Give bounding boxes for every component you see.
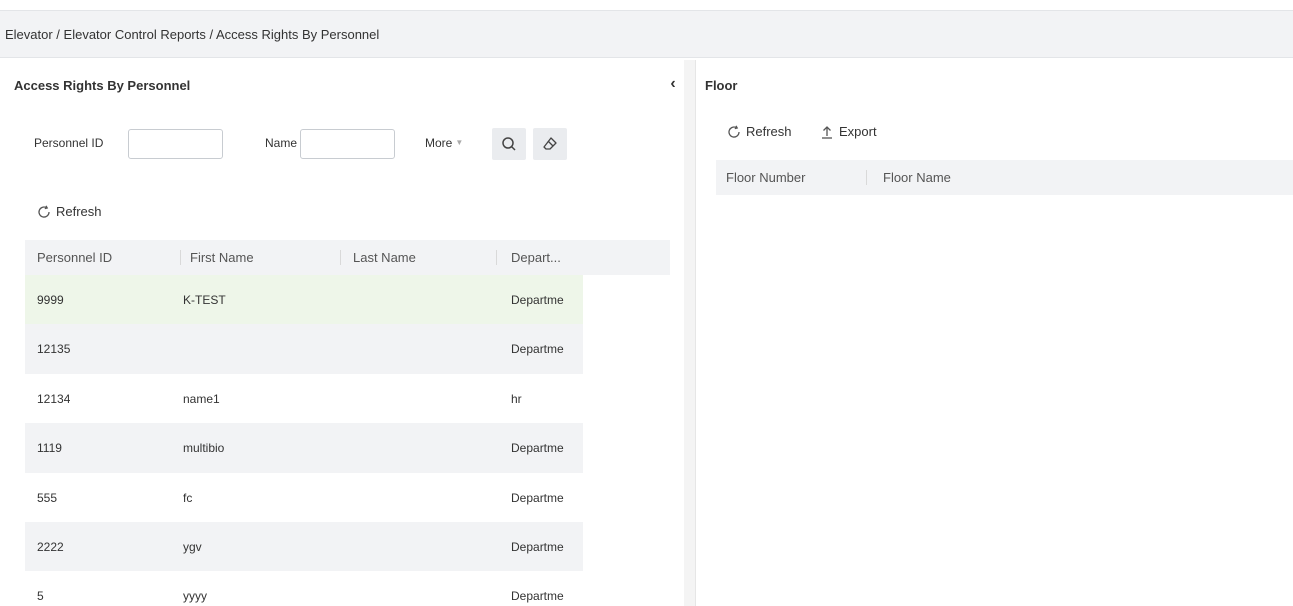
floor-refresh-label: Refresh [746, 124, 792, 139]
refresh-button[interactable]: Refresh [37, 204, 102, 219]
clear-button[interactable] [533, 128, 567, 160]
search-button[interactable] [492, 128, 526, 160]
breadcrumb: Elevator / Elevator Control Reports / Ac… [0, 10, 1293, 58]
column-separator [866, 170, 867, 185]
cell-department: Departme [511, 539, 564, 554]
column-separator [340, 250, 341, 265]
cell-first-name: K-TEST [183, 293, 226, 307]
table-row[interactable]: 555 fc Departme [25, 473, 583, 522]
column-header-first-name[interactable]: First Name [190, 250, 254, 265]
access-rights-panel: Access Rights By Personnel ‹ Personnel I… [5, 60, 685, 606]
personnel-id-label: Personnel ID [34, 136, 104, 150]
cell-first-name: fc [183, 490, 193, 505]
name-label: Name [265, 136, 298, 150]
cell-first-name: yyyy [183, 589, 207, 604]
table-row[interactable]: 12135 Departme [25, 324, 583, 374]
cell-first-name: multibio [183, 441, 225, 456]
name-input[interactable] [300, 129, 395, 159]
column-header-floor-name[interactable]: Floor Name [883, 170, 951, 185]
cell-department: Departme [511, 441, 564, 456]
cell-department: Departme [511, 589, 564, 604]
search-icon [502, 137, 516, 151]
column-separator [496, 250, 497, 265]
export-label: Export [839, 124, 877, 139]
caret-down-icon: ▼ [455, 138, 464, 147]
floor-panel-title: Floor [705, 78, 738, 93]
personnel-id-input[interactable] [128, 129, 223, 159]
eraser-icon [543, 137, 557, 150]
cell-department: Departme [511, 490, 564, 505]
filter-row: Personnel ID Name More ▼ [5, 128, 685, 160]
column-header-floor-number[interactable]: Floor Number [726, 170, 805, 185]
floor-table-header: Floor Number Floor Name [716, 160, 1293, 195]
panel-title: Access Rights By Personnel [14, 78, 191, 93]
refresh-icon [38, 204, 50, 218]
panel-divider[interactable] [684, 60, 695, 606]
chevron-left-icon[interactable]: ‹ [665, 74, 681, 94]
refresh-label: Refresh [56, 204, 102, 219]
cell-department: hr [511, 391, 522, 406]
floor-refresh-button[interactable]: Refresh [727, 124, 792, 139]
table-row[interactable]: 12134 name1 hr [25, 374, 583, 423]
column-header-department[interactable]: Depart... [511, 250, 561, 265]
cell-personnel-id: 2222 [37, 539, 64, 554]
table-row[interactable]: 5 yyyy Departme [25, 571, 583, 606]
more-label: More [425, 136, 453, 150]
column-header-last-name[interactable]: Last Name [353, 250, 416, 265]
cell-personnel-id: 12134 [37, 391, 71, 406]
export-button[interactable]: Export [820, 124, 877, 139]
cell-personnel-id: 9999 [37, 293, 64, 307]
table-row[interactable]: 1119 multibio Departme [25, 423, 583, 473]
cell-first-name: ygv [183, 539, 202, 554]
column-header-personnel-id[interactable]: Personnel ID [37, 250, 112, 265]
cell-personnel-id: 5 [37, 589, 44, 604]
cell-personnel-id: 1119 [37, 441, 62, 456]
cell-first-name: name1 [183, 391, 220, 406]
table-header: Personnel ID First Name Last Name Depart… [25, 240, 670, 275]
refresh-icon [728, 124, 740, 138]
breadcrumb-text: Elevator / Elevator Control Reports / Ac… [5, 26, 380, 42]
more-dropdown[interactable]: More ▼ [425, 136, 463, 150]
export-icon [822, 125, 832, 139]
cell-department: Departme [511, 342, 564, 357]
personnel-table: 9999 K-TEST Departme 12135 Departme 1213… [25, 275, 583, 606]
floor-panel: Floor Refresh Export Floor Number Floor … [695, 60, 1293, 606]
cell-department: Departme [511, 293, 564, 307]
column-separator [180, 250, 181, 265]
cell-personnel-id: 12135 [37, 342, 71, 357]
table-row[interactable]: 9999 K-TEST Departme [25, 275, 583, 325]
cell-personnel-id: 555 [37, 490, 58, 505]
table-row[interactable]: 2222 ygv Departme [25, 521, 583, 572]
